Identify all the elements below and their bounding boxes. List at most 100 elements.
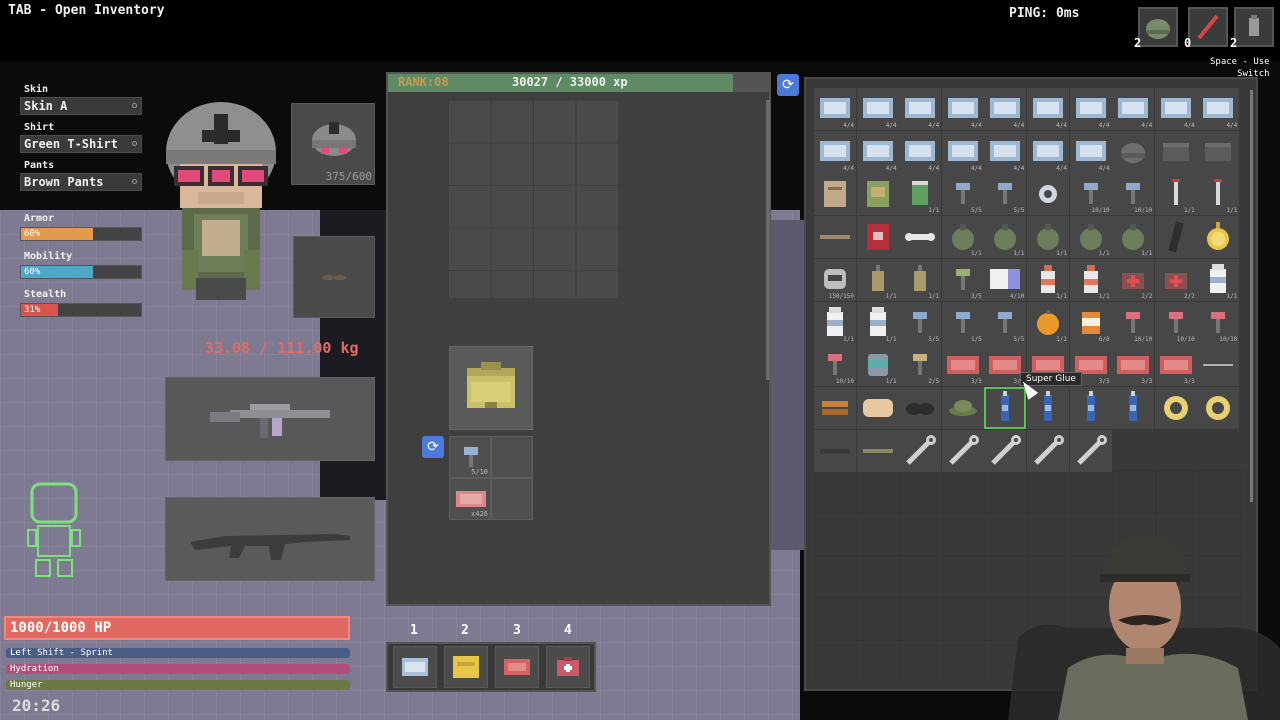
stash-item[interactable]: 1/1 — [1027, 216, 1069, 259]
stash-item[interactable]: 2/2 — [1112, 258, 1155, 301]
sort-stash-button[interactable]: ⟳ — [777, 74, 799, 96]
quick-slot-knife[interactable] — [1188, 7, 1228, 47]
pants-dropdown[interactable]: Brown Pants — [20, 173, 142, 191]
stash-item[interactable] — [1197, 130, 1240, 173]
stash-item[interactable]: 1/1 — [1112, 216, 1155, 259]
skin-dropdown[interactable]: Skin A — [20, 97, 142, 115]
stash-item[interactable] — [899, 216, 942, 259]
stash-item[interactable]: 10/10 — [1197, 301, 1240, 344]
stash-item[interactable]: 1/1 — [856, 258, 899, 301]
hotbar-slot-1[interactable] — [393, 646, 437, 688]
stash-item[interactable] — [899, 386, 942, 429]
stash-item[interactable]: 2/5 — [899, 344, 942, 387]
pocket-slot-empty[interactable] — [491, 478, 533, 520]
shirt-dropdown[interactable]: Green T-Shirt — [20, 135, 142, 153]
stash-item[interactable] — [814, 173, 856, 216]
stash-item[interactable] — [1154, 386, 1197, 429]
stash-item[interactable]: 3/3 — [1154, 344, 1197, 387]
pocket-slot[interactable]: x426 — [449, 478, 491, 520]
stash-item[interactable] — [1069, 429, 1112, 472]
stash-item[interactable]: 1/1 — [856, 344, 899, 387]
stash-item[interactable]: 10/10 — [1069, 173, 1112, 216]
primary-weapon-slot[interactable] — [165, 377, 375, 461]
stash-item[interactable] — [984, 429, 1027, 472]
stash-scrollbar[interactable] — [1250, 90, 1253, 502]
stash-item[interactable]: 6/8 — [1069, 301, 1112, 344]
stash-item[interactable]: 4/4 — [1069, 130, 1112, 173]
stash-item[interactable]: 4/4 — [941, 88, 984, 130]
stash-item[interactable] — [1154, 130, 1197, 173]
quick-slot-item[interactable] — [1234, 7, 1274, 47]
stash-item[interactable]: 4/4 — [1154, 88, 1197, 130]
stash-item[interactable]: 5/5 — [984, 301, 1027, 344]
stash-item[interactable] — [1197, 386, 1240, 429]
stash-item[interactable] — [1027, 429, 1069, 472]
stash-item[interactable] — [941, 429, 984, 472]
stash-item[interactable]: 1/1 — [899, 173, 942, 216]
stash-item[interactable]: 1/1 — [1197, 258, 1240, 301]
stash-item[interactable]: 4/4 — [1027, 130, 1069, 173]
stash-item[interactable]: 1/1 — [984, 216, 1027, 259]
stash-item[interactable]: 5/5 — [984, 173, 1027, 216]
stash-item[interactable]: 4/4 — [814, 88, 856, 130]
stash-item[interactable] — [1027, 173, 1069, 216]
stash-item[interactable] — [814, 216, 856, 259]
stash-item[interactable]: 2/2 — [1154, 258, 1197, 301]
stash-item[interactable]: 10/10 — [814, 344, 856, 387]
face-slot[interactable] — [293, 236, 375, 318]
stash-item[interactable]: 1/5 — [941, 301, 984, 344]
stash-item[interactable]: 10/10 — [1112, 301, 1155, 344]
stash-item[interactable]: 4/4 — [984, 130, 1027, 173]
stash-item[interactable]: 4/4 — [814, 130, 856, 173]
stash-item[interactable]: 1/1 — [941, 216, 984, 259]
stash-item[interactable]: 1/1 — [1027, 258, 1069, 301]
stash-item[interactable]: 4/4 — [899, 88, 942, 130]
stash-item[interactable]: 4/4 — [856, 88, 899, 130]
stash-item[interactable]: 4/10 — [984, 258, 1027, 301]
stash-item[interactable] — [856, 173, 899, 216]
hotbar-slot-3[interactable] — [495, 646, 539, 688]
stash-item[interactable] — [856, 386, 899, 429]
pocket-slot[interactable]: 5/10 — [449, 436, 491, 478]
stash-item[interactable]: 3/5 — [941, 258, 984, 301]
stash-item[interactable] — [814, 429, 856, 472]
stash-item[interactable]: 1/1 — [1027, 301, 1069, 344]
hotbar-slot-4[interactable] — [546, 646, 590, 688]
stash-item[interactable]: 4/4 — [984, 88, 1027, 130]
stash-item[interactable]: 3/3 — [941, 344, 984, 387]
stash-item[interactable]: 4/4 — [1112, 88, 1155, 130]
container-grid[interactable] — [448, 100, 618, 298]
stash-item[interactable]: 4/4 — [856, 130, 899, 173]
quick-slot-helmet[interactable] — [1138, 7, 1178, 47]
stash-item[interactable] — [856, 429, 899, 472]
stash-item[interactable]: 5/5 — [899, 301, 942, 344]
stash-item[interactable] — [1112, 386, 1155, 429]
stash-item[interactable]: 4/4 — [1027, 88, 1069, 130]
pocket-slot-empty[interactable] — [491, 436, 533, 478]
stash-item[interactable]: 1/1 — [1069, 258, 1112, 301]
stash-item[interactable]: 1/1 — [856, 301, 899, 344]
stash-item[interactable]: 1/1 — [899, 258, 942, 301]
stash-item[interactable]: 1/1 — [814, 301, 856, 344]
stash-item[interactable] — [856, 216, 899, 259]
backpack-slot[interactable] — [449, 346, 533, 430]
stash-item[interactable] — [1069, 386, 1112, 429]
stash-item[interactable]: 4/4 — [941, 130, 984, 173]
stash-item[interactable] — [941, 386, 984, 429]
stash-item[interactable] — [1154, 216, 1197, 259]
stash-item[interactable]: 4/4 — [1069, 88, 1112, 130]
stash-item[interactable] — [1197, 344, 1240, 387]
sort-pockets-button[interactable]: ⟳ — [422, 436, 444, 458]
helmet-slot[interactable]: 375/600 — [291, 103, 375, 185]
stash-item[interactable] — [1112, 130, 1155, 173]
stash-item[interactable]: 3/3 — [1112, 344, 1155, 387]
hotbar-slot-2[interactable] — [444, 646, 488, 688]
secondary-weapon-slot[interactable] — [165, 497, 375, 581]
stash-item[interactable] — [814, 386, 856, 429]
stash-item[interactable]: 10/10 — [1112, 173, 1155, 216]
stash-item[interactable]: 150/150 — [814, 258, 856, 301]
stash-item[interactable]: 1/1 — [1069, 216, 1112, 259]
stash-item[interactable]: 4/4 — [1197, 88, 1240, 130]
stash-item[interactable] — [984, 386, 1027, 429]
container-scrollbar[interactable] — [766, 100, 770, 380]
